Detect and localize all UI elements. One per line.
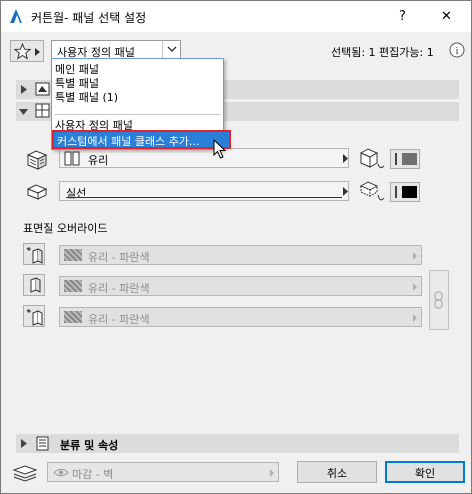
mouse-cursor-icon xyxy=(213,139,227,159)
override-toggle-3[interactable] xyxy=(23,305,45,327)
eye-icon xyxy=(53,468,69,477)
panel-class-select[interactable]: 사용자 정의 패널 xyxy=(51,40,181,60)
dropdown-arrow[interactable] xyxy=(162,41,180,59)
layer-select[interactable]: 마감 - 벽 xyxy=(47,462,279,482)
line-type-arrow-icon xyxy=(343,187,348,196)
help-button[interactable]: ? xyxy=(399,9,406,24)
menu-item-add-panel-class[interactable]: 커스텀에서 패널 클래스 추가... xyxy=(52,130,231,149)
star-icon xyxy=(14,43,31,60)
surface-material-value: 유리 xyxy=(88,154,109,167)
close-button[interactable]: ✕ xyxy=(441,9,452,24)
override-field-2: 유리 - 파란색 xyxy=(59,276,422,296)
selection-status: 선택됨: 1 편집가능: 1 xyxy=(331,46,434,59)
apply-all-surfaces-icon[interactable] xyxy=(358,146,386,174)
favorites-button[interactable] xyxy=(10,40,44,62)
info-icon[interactable]: i xyxy=(449,42,465,58)
glass-material-icon xyxy=(64,151,80,166)
surface-color-swatch[interactable] xyxy=(390,149,420,169)
line-type-value: 실선 xyxy=(66,187,87,200)
override-value-2: 유리 - 파란색 xyxy=(88,282,150,295)
line-type-field[interactable]: 실선 xyxy=(59,181,349,201)
override-value-1: 유리 - 파란색 xyxy=(88,251,150,264)
chevron-down-icon xyxy=(167,46,177,52)
title-bar: 커튼월- 패널 선택 설정 ? ✕ xyxy=(1,1,471,32)
svg-text:i: i xyxy=(456,46,459,57)
layer-value: 마감 - 벽 xyxy=(72,468,114,481)
section-header-classification[interactable]: 분류 및 속성 xyxy=(16,434,459,453)
menu-separator xyxy=(54,114,221,115)
surface-material-icon xyxy=(26,150,48,170)
line-color-swatch[interactable] xyxy=(390,182,420,202)
override-field-3: 유리 - 파란색 xyxy=(59,307,422,327)
link-overrides-button[interactable] xyxy=(429,270,449,330)
surface-material-arrow-icon xyxy=(343,154,348,163)
dialog-window: 커튼월- 패널 선택 설정 ? ✕ 사용자 정의 패널 선택됨: 1 편집가능:… xyxy=(0,0,472,494)
cancel-button[interactable]: 취소 xyxy=(297,461,377,483)
ok-button[interactable]: 확인 xyxy=(385,461,465,483)
menu-item-add-panel-class-label: 커스텀에서 패널 클래스 추가... xyxy=(57,135,200,148)
menu-item-special-panel-1[interactable]: 특별 패널 (1) xyxy=(55,89,118,105)
expand-arrow-icon xyxy=(21,439,27,448)
window-title: 커튼월- 패널 선택 설정 xyxy=(31,11,147,25)
override-value-3: 유리 - 파란색 xyxy=(88,313,150,326)
surface-back-icon xyxy=(26,309,43,326)
override-field-1: 유리 - 파란색 xyxy=(59,245,422,265)
collapse-arrow-icon xyxy=(19,109,28,115)
layer-icon xyxy=(12,465,38,482)
section-model-icon xyxy=(35,103,50,118)
classification-label: 분류 및 속성 xyxy=(60,439,119,452)
surface-front-icon xyxy=(26,247,43,264)
archicad-app-icon xyxy=(10,9,22,23)
apply-all-lines-icon[interactable] xyxy=(358,179,386,207)
override-heading: 표면질 오버라이드 xyxy=(23,222,108,235)
override-toggle-1[interactable] xyxy=(23,243,45,265)
line-type-icon xyxy=(26,184,48,200)
override-toggle-2[interactable] xyxy=(23,274,45,296)
document-icon xyxy=(36,436,49,451)
panel-class-dropdown-menu: 메인 패널 특별 패널 특별 패널 (1) 사용자 정의 패널 커스텀에서 패널… xyxy=(51,58,231,150)
play-arrow-icon xyxy=(35,48,40,56)
surface-material-field[interactable]: 유리 xyxy=(59,148,349,168)
chain-link-icon xyxy=(434,291,443,309)
section-geometry-icon xyxy=(35,82,50,96)
surface-side-icon xyxy=(30,277,41,293)
expand-arrow-icon xyxy=(21,85,27,94)
